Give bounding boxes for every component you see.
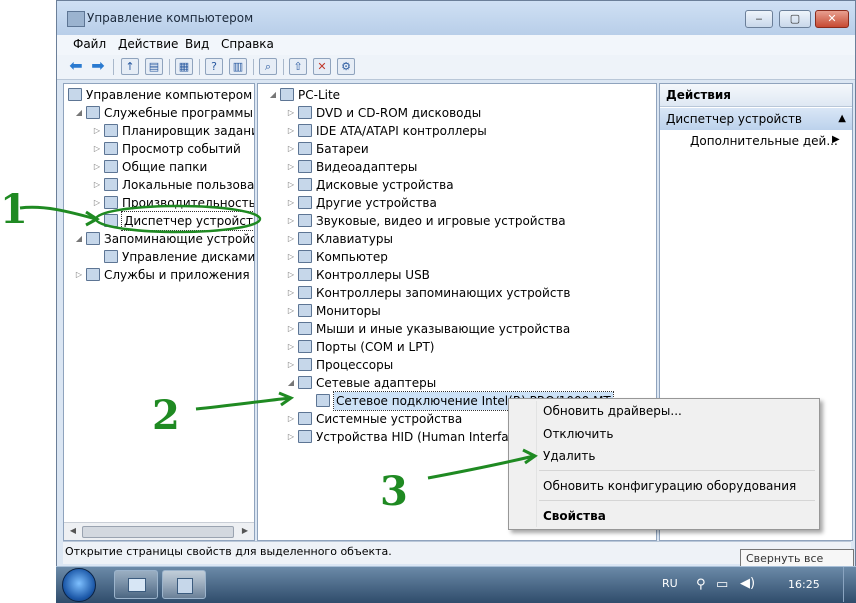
annotation-number-2: 2 (152, 392, 180, 439)
selection-ellipse-annotation (94, 204, 262, 234)
annotation-number-1: 1 (0, 186, 28, 233)
annotation-number-3: 3 (380, 468, 408, 515)
arrow-1-annotation (19, 205, 97, 221)
annotation-overlay (19, 204, 538, 480)
arrow-2-annotation (195, 396, 291, 411)
arrow-3-annotation (427, 454, 535, 480)
